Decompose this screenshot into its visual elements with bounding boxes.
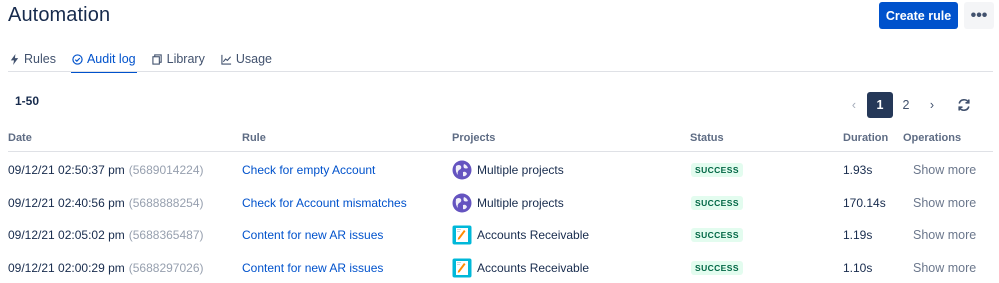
tab-rules-label: Rules [24,52,56,66]
project-name: Multiple projects [477,195,564,210]
more-actions-button[interactable]: ••• [964,2,994,29]
project-name: Multiple projects [477,162,564,177]
project-cell: Multiple projects [452,186,564,219]
execution-date: 09/12/21 02:05:02 pm [8,227,125,242]
create-rule-button[interactable]: Create rule [879,2,958,29]
execution-id: (5689014224) [128,162,204,177]
page-2-button[interactable]: 2 [893,92,919,118]
status-badge: SUCCESS [691,227,743,242]
status-badge: SUCCESS [691,195,743,210]
column-header-rule: Rule [242,132,266,144]
project-cell: Accounts Receivable [452,218,589,251]
chart-line-icon [221,54,231,65]
table-row: 09/12/21 02:50:37 pm (5689014224) Check f… [0,153,999,186]
tab-rules[interactable]: Rules [8,46,57,72]
tab-bar: Rules Audit log Library Usage [8,46,273,73]
project-name: Accounts Receivable [477,260,590,275]
bolt-icon [10,53,19,65]
notebook-icon [452,258,472,277]
column-header-duration: Duration [843,132,889,144]
execution-id: (5688365487) [128,227,204,242]
project-name: Accounts Receivable [477,227,590,242]
column-header-status: Status [690,132,724,144]
prev-page-button[interactable]: ‹ [841,92,867,118]
duration-value: 170.14s [843,195,886,210]
column-header-projects: Projects [452,132,496,144]
refresh-icon[interactable] [956,97,972,113]
globe-icon [452,160,472,179]
project-cell: Accounts Receivable [452,251,589,283]
duration-value: 1.10s [843,260,873,275]
copy-icon [151,53,162,65]
duration-value: 1.19s [843,227,873,242]
table-row: 09/12/21 02:40:56 pm (5688888254) Check f… [0,186,999,219]
globe-icon [452,193,472,212]
execution-date: 09/12/21 02:40:56 pm [8,195,125,210]
project-cell: Multiple projects [452,153,564,186]
status-badge: SUCCESS [691,162,743,177]
page-title: Automation [8,4,111,26]
show-more-link[interactable]: Show more [913,163,976,177]
notebook-icon [452,225,472,244]
execution-id: (5688297026) [128,260,204,275]
column-header-date: Date [8,132,32,144]
tabs-divider [8,71,993,72]
tab-audit-log-label: Audit log [86,52,136,66]
tab-usage[interactable]: Usage [220,46,273,72]
rule-link[interactable]: Content for new AR issues [242,228,383,242]
check-circle-icon [72,53,83,65]
rule-link[interactable]: Content for new AR issues [242,261,383,275]
status-badge: SUCCESS [691,260,743,275]
column-header-operations: Operations [903,132,962,144]
tab-audit-log[interactable]: Audit log [70,46,137,73]
rule-link[interactable]: Check for empty Account [242,163,375,177]
tab-library-label: Library [166,52,205,66]
next-page-button[interactable]: › [919,92,945,118]
rule-link[interactable]: Check for Account mismatches [242,196,407,210]
page-1-button[interactable]: 1 [867,92,893,118]
result-range: 1-50 [15,94,40,108]
tab-library[interactable]: Library [151,46,206,72]
table-row: 09/12/21 02:00:29 pm (5688297026) Content… [0,251,999,283]
execution-id: (5688888254) [128,195,204,210]
show-more-link[interactable]: Show more [913,228,976,242]
tab-usage-label: Usage [235,52,272,66]
pagination: ‹ 1 2 › [841,92,945,118]
header-divider [8,151,993,152]
date-cell: 09/12/21 02:40:56 pm (5688888254) [8,186,204,219]
execution-date: 09/12/21 02:50:37 pm [8,162,125,177]
date-cell: 09/12/21 02:05:02 pm (5688365487) [8,218,204,251]
duration-value: 1.93s [843,162,873,177]
show-more-link[interactable]: Show more [913,196,976,210]
date-cell: 09/12/21 02:00:29 pm (5688297026) [8,251,204,283]
execution-date: 09/12/21 02:00:29 pm [8,260,125,275]
table-row: 09/12/21 02:05:02 pm (5688365487) Content… [0,218,999,251]
show-more-link[interactable]: Show more [913,261,976,275]
date-cell: 09/12/21 02:50:37 pm (5689014224) [8,153,204,186]
